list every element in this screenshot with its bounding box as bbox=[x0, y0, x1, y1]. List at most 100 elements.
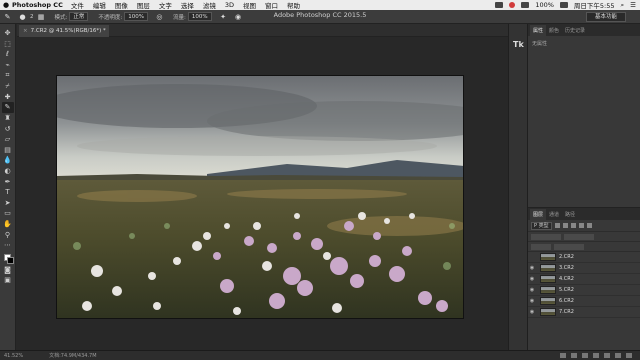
layer-name[interactable]: 7.CR2 bbox=[559, 309, 574, 315]
type-tool-icon[interactable]: T bbox=[2, 187, 14, 198]
menu-image[interactable]: 图像 bbox=[115, 0, 128, 10]
screen-mode-icon[interactable]: ▣ bbox=[2, 275, 14, 286]
search-icon[interactable]: ⌕ bbox=[621, 1, 625, 10]
notification-icon[interactable] bbox=[509, 2, 516, 8]
tab-channels[interactable]: 通道 bbox=[546, 209, 562, 220]
link-icon[interactable] bbox=[560, 353, 566, 358]
menu-edit[interactable]: 编辑 bbox=[93, 0, 106, 10]
menu-select[interactable]: 选择 bbox=[181, 0, 194, 10]
tab-color[interactable]: 颜色 bbox=[546, 25, 562, 36]
airbrush-icon[interactable]: ✦ bbox=[218, 12, 229, 22]
camera-icon[interactable] bbox=[495, 2, 504, 8]
smart-object-filter-icon[interactable] bbox=[586, 223, 592, 228]
tab-layers[interactable]: 图层 bbox=[530, 209, 547, 220]
blend-mode-dropdown[interactable] bbox=[531, 233, 561, 240]
fx-icon[interactable] bbox=[571, 353, 577, 358]
visibility-eye-icon[interactable]: ◉ bbox=[528, 254, 536, 260]
clock[interactable]: 周日下午5:55 bbox=[574, 0, 615, 10]
document-tab[interactable]: × 7.CR2 @ 41.5%(RGB/16*) * bbox=[19, 25, 109, 37]
crop-tool-icon[interactable]: ⌗ bbox=[2, 70, 14, 81]
background-color-swatch[interactable] bbox=[6, 257, 14, 265]
pressure-opacity-icon[interactable]: ◎ bbox=[154, 12, 165, 22]
wifi-icon[interactable] bbox=[521, 2, 530, 8]
tk-panel-icon[interactable]: Tk bbox=[513, 40, 524, 49]
layer-kind-filter[interactable]: P 类型 bbox=[531, 221, 552, 230]
zoom-level[interactable]: 41.52% bbox=[4, 353, 23, 359]
brush-panel-icon[interactable]: ▦ bbox=[36, 12, 47, 22]
adjustment-filter-icon[interactable] bbox=[562, 223, 568, 228]
tab-properties[interactable]: 属性 bbox=[530, 25, 547, 36]
menu-help[interactable]: 帮助 bbox=[287, 0, 300, 10]
mask-icon[interactable] bbox=[582, 353, 588, 358]
adjustment-icon[interactable] bbox=[593, 353, 599, 358]
app-menu[interactable]: Photoshop CC bbox=[12, 1, 63, 9]
layer-row[interactable]: ◉ 2.CR2 bbox=[528, 252, 640, 263]
visibility-eye-icon[interactable]: ◉ bbox=[528, 298, 536, 304]
menu-type[interactable]: 文字 bbox=[159, 0, 172, 10]
quick-select-tool-icon[interactable]: ⌁ bbox=[2, 60, 14, 71]
blur-tool-icon[interactable]: 💧 bbox=[2, 155, 14, 166]
lock-icons[interactable] bbox=[531, 243, 551, 250]
stamp-tool-icon[interactable]: ♜ bbox=[2, 113, 14, 124]
pixel-filter-icon[interactable] bbox=[554, 223, 560, 228]
list-icon[interactable]: ☰ bbox=[630, 1, 636, 9]
visibility-eye-icon[interactable]: ◉ bbox=[528, 276, 536, 282]
document-image[interactable] bbox=[56, 75, 464, 319]
mode-dropdown[interactable]: 正常 bbox=[69, 12, 89, 21]
move-tool-icon[interactable]: ✥ bbox=[2, 28, 14, 39]
layer-opacity-field[interactable] bbox=[564, 233, 594, 240]
healing-tool-icon[interactable]: ✚ bbox=[2, 92, 14, 103]
layer-name[interactable]: 6.CR2 bbox=[559, 298, 574, 304]
new-layer-icon[interactable] bbox=[615, 353, 621, 358]
close-icon[interactable]: × bbox=[23, 28, 28, 34]
visibility-eye-icon[interactable]: ◉ bbox=[528, 265, 536, 271]
flow-field[interactable]: 100% bbox=[187, 12, 212, 21]
marquee-tool-icon[interactable]: ⬚ bbox=[2, 39, 14, 50]
brush-tool-icon[interactable]: ✎ bbox=[1, 102, 14, 113]
hand-tool-icon[interactable]: ✋ bbox=[2, 219, 14, 230]
visibility-eye-icon[interactable]: ◉ bbox=[528, 287, 536, 293]
path-select-tool-icon[interactable]: ➤ bbox=[2, 198, 14, 209]
layer-row[interactable]: ◉ 7.CR2 bbox=[528, 307, 640, 318]
document-info[interactable]: 文档:74.9M/434.7M bbox=[49, 352, 96, 359]
history-brush-tool-icon[interactable]: ↺ bbox=[2, 123, 14, 134]
quick-mask-icon[interactable]: ◙ bbox=[2, 264, 14, 275]
type-filter-icon[interactable] bbox=[570, 223, 576, 228]
zoom-tool-icon[interactable]: ⚲ bbox=[2, 229, 14, 240]
pen-tool-icon[interactable]: ✒ bbox=[2, 176, 14, 187]
opacity-field[interactable]: 100% bbox=[124, 12, 148, 21]
more-tools-icon[interactable]: ⋯ bbox=[2, 240, 14, 251]
gradient-tool-icon[interactable]: ▤ bbox=[2, 145, 14, 156]
battery-icon[interactable] bbox=[559, 2, 568, 8]
dodge-tool-icon[interactable]: ◐ bbox=[2, 166, 14, 177]
layer-fill-field[interactable] bbox=[554, 243, 584, 250]
brush-tip-icon[interactable]: ● bbox=[17, 12, 28, 22]
trash-icon[interactable] bbox=[626, 353, 632, 358]
layer-row[interactable]: ◉ 5.CR2 bbox=[528, 285, 640, 296]
layer-name[interactable]: 4.CR2 bbox=[559, 276, 574, 282]
menu-view[interactable]: 视图 bbox=[243, 0, 256, 10]
brush-size[interactable]: 2 bbox=[30, 14, 34, 20]
shape-filter-icon[interactable] bbox=[578, 223, 584, 228]
menu-file[interactable]: 文件 bbox=[71, 0, 84, 10]
visibility-eye-icon[interactable]: ◉ bbox=[528, 309, 536, 315]
layer-row[interactable]: ◉ 4.CR2 bbox=[528, 274, 640, 285]
lasso-tool-icon[interactable]: ℓ bbox=[2, 49, 14, 60]
menu-layer[interactable]: 图层 bbox=[137, 0, 150, 10]
tab-paths[interactable]: 路径 bbox=[562, 209, 578, 220]
layer-row[interactable]: ◉ 3.CR2 bbox=[528, 263, 640, 274]
layer-name[interactable]: 2.CR2 bbox=[559, 254, 574, 260]
apple-menu-icon[interactable]: ● bbox=[0, 1, 12, 9]
layer-name[interactable]: 5.CR2 bbox=[559, 287, 574, 293]
menu-filter[interactable]: 滤镜 bbox=[203, 0, 216, 10]
layer-row[interactable]: ◉ 6.CR2 bbox=[528, 296, 640, 307]
menu-window[interactable]: 窗口 bbox=[265, 0, 278, 10]
brush-preset-icon[interactable]: ✎ bbox=[2, 12, 13, 22]
layer-name[interactable]: 3.CR2 bbox=[559, 265, 574, 271]
shape-tool-icon[interactable]: ▭ bbox=[2, 208, 14, 219]
tab-history[interactable]: 历史记录 bbox=[562, 25, 588, 36]
eraser-tool-icon[interactable]: ▱ bbox=[2, 134, 14, 145]
menu-3d[interactable]: 3D bbox=[225, 1, 234, 9]
folder-icon[interactable] bbox=[604, 353, 610, 358]
pressure-size-icon[interactable]: ◉ bbox=[233, 12, 244, 22]
